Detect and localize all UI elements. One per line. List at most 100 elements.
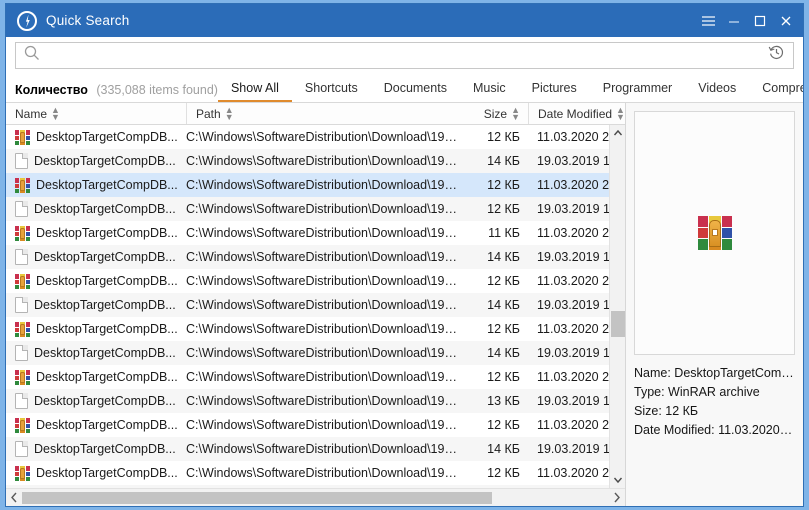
file-name-label: DesktopTargetCompDB... bbox=[34, 202, 176, 216]
search-row bbox=[6, 37, 803, 73]
cell-size: 12 КБ bbox=[487, 130, 520, 144]
cell-path: C:\Windows\SoftwareDistribution\Download… bbox=[186, 346, 462, 360]
cell-path: C:\Windows\SoftwareDistribution\Download… bbox=[186, 394, 462, 408]
vertical-scrollbar-thumb[interactable] bbox=[610, 311, 625, 337]
winrar-archive-icon bbox=[15, 177, 30, 193]
cell-size: 12 КБ bbox=[487, 322, 520, 336]
column-header-path[interactable]: Path ▲ ▼ bbox=[186, 103, 462, 124]
category-tabs: Show All Shortcuts Documents Music Pictu… bbox=[217, 73, 803, 103]
minimize-icon[interactable] bbox=[721, 8, 747, 34]
count-label-text: Количество bbox=[15, 83, 88, 97]
tab-music[interactable]: Music bbox=[460, 81, 519, 103]
cell-path: C:\Windows\SoftwareDistribution\Download… bbox=[186, 178, 462, 192]
cell-size: 14 КБ bbox=[487, 298, 520, 312]
rows-and-scrollbar: DesktopTargetCompDB... C:\Windows\Softwar… bbox=[6, 125, 625, 488]
column-header-date-modified[interactable]: Date Modified ▲ ▼ bbox=[528, 103, 625, 124]
tab-videos[interactable]: Videos bbox=[685, 81, 749, 103]
table-row[interactable]: DesktopTargetCompDB... C:\Windows\Softwar… bbox=[6, 389, 609, 413]
tab-pictures[interactable]: Pictures bbox=[519, 81, 590, 103]
cell-path: C:\Windows\SoftwareDistribution\Download… bbox=[186, 274, 462, 288]
cell-date-modified: 19.03.2019 12:4 bbox=[537, 298, 609, 312]
horizontal-scrollbar[interactable] bbox=[6, 488, 625, 506]
chevron-right-icon[interactable] bbox=[609, 492, 625, 503]
preview-thumbnail-box bbox=[634, 111, 795, 355]
horizontal-scrollbar-thumb[interactable] bbox=[22, 491, 492, 504]
tab-documents[interactable]: Documents bbox=[371, 81, 460, 103]
winrar-archive-icon bbox=[15, 273, 30, 289]
cell-name: DesktopTargetCompDB... bbox=[6, 225, 186, 241]
file-name-label: DesktopTargetCompDB... bbox=[36, 226, 178, 240]
file-name-label: DesktopTargetCompDB... bbox=[34, 346, 176, 360]
tab-compression[interactable]: Compression bbox=[749, 82, 803, 103]
sort-indicator-icon: ▲ ▼ bbox=[511, 104, 520, 122]
table-row[interactable]: DesktopTargetCompDB... C:\Windows\Softwar… bbox=[6, 341, 609, 365]
blank-document-icon bbox=[15, 393, 28, 409]
cell-path: C:\Windows\SoftwareDistribution\Download… bbox=[186, 202, 462, 216]
search-box[interactable] bbox=[15, 41, 794, 69]
maximize-icon[interactable] bbox=[747, 8, 773, 34]
tab-programmer[interactable]: Programmer bbox=[590, 81, 685, 103]
table-row[interactable]: DesktopTargetCompDB...C:\Windows\Softwar… bbox=[6, 245, 609, 269]
table-row[interactable]: DesktopTargetCompDB...C:\Windows\Softwar… bbox=[6, 221, 609, 245]
file-name-label: DesktopTargetCompDB... bbox=[36, 466, 178, 480]
winrar-archive-icon bbox=[697, 216, 732, 250]
chevron-up-icon[interactable] bbox=[610, 125, 626, 141]
horizontal-scrollbar-track[interactable] bbox=[22, 491, 609, 505]
table-row[interactable]: DesktopTargetCompDB...C:\Windows\Softwar… bbox=[6, 413, 609, 437]
blank-document-icon bbox=[15, 201, 28, 217]
file-name-label: DesktopTargetCompDB... bbox=[34, 298, 176, 312]
vertical-scrollbar[interactable] bbox=[609, 125, 625, 488]
cell-date-modified: 19.03.2019 12:1 bbox=[537, 202, 609, 216]
table-row[interactable]: DesktopTargetCompDB...C:\Windows\Softwar… bbox=[6, 173, 609, 197]
chevron-down-icon[interactable] bbox=[610, 472, 626, 488]
cell-date-modified: 11.03.2020 22:3 bbox=[537, 370, 609, 384]
blank-document-icon bbox=[15, 345, 28, 361]
preview-pane: Name: DesktopTargetCompDB_c... Type: Win… bbox=[626, 103, 803, 506]
menu-hamburger-icon[interactable] bbox=[695, 8, 721, 34]
cell-path: C:\Windows\SoftwareDistribution\Download… bbox=[186, 418, 462, 432]
preview-name: Name: DesktopTargetCompDB_c... bbox=[634, 366, 795, 380]
tab-show-all[interactable]: Show All bbox=[217, 81, 292, 102]
tab-shortcuts[interactable]: Shortcuts bbox=[292, 81, 371, 103]
cell-date-modified: 11.03.2020 22:3 bbox=[537, 418, 609, 432]
table-row[interactable]: DesktopTargetCompDB...C:\Windows\Softwar… bbox=[6, 125, 609, 149]
column-header-size[interactable]: Size ▲ ▼ bbox=[462, 103, 528, 124]
preview-metadata: Name: DesktopTargetCompDB_c... Type: Win… bbox=[634, 364, 795, 440]
history-clock-icon[interactable] bbox=[768, 44, 785, 66]
cell-size: 14 КБ bbox=[487, 250, 520, 264]
cell-path: C:\Windows\SoftwareDistribution\Download… bbox=[186, 298, 462, 312]
table-row[interactable]: DesktopTargetCompDB... C:\Windows\Softwar… bbox=[6, 365, 609, 389]
column-headers: Name ▲ ▼ Path ▲ ▼ Size ▲ ▼ Date Modified ▲ ▼ bbox=[6, 103, 625, 125]
column-header-name[interactable]: Name ▲ ▼ bbox=[6, 103, 186, 124]
close-icon[interactable] bbox=[773, 8, 799, 34]
cell-name: DesktopTargetCompDB... bbox=[6, 201, 186, 217]
title-bar: Quick Search bbox=[6, 4, 803, 37]
cell-path: C:\Windows\SoftwareDistribution\Download… bbox=[186, 466, 462, 480]
cell-size: 12 КБ bbox=[487, 178, 520, 192]
table-row[interactable]: DesktopTargetCompDB... C:\Windows\Softwar… bbox=[6, 461, 609, 485]
table-row[interactable]: DesktopTargetCompDB...C:\Windows\Softwar… bbox=[6, 437, 609, 461]
blank-document-icon bbox=[15, 297, 28, 313]
chevron-left-icon[interactable] bbox=[6, 492, 22, 503]
cell-path: C:\Windows\SoftwareDistribution\Download… bbox=[186, 250, 462, 264]
cell-path: C:\Windows\SoftwareDistribution\Download… bbox=[186, 442, 462, 456]
table-row[interactable]: DesktopTargetCompDB...C:\Windows\Softwar… bbox=[6, 149, 609, 173]
vertical-scrollbar-track[interactable] bbox=[610, 141, 626, 472]
file-name-label: DesktopTargetCompDB... bbox=[34, 394, 176, 408]
cell-path: C:\Windows\SoftwareDistribution\Download… bbox=[186, 130, 462, 144]
table-row[interactable]: DesktopTargetCompDB...C:\Windows\Softwar… bbox=[6, 317, 609, 341]
file-name-label: DesktopTargetCompDB... bbox=[36, 370, 178, 384]
sort-indicator-icon: ▲ ▼ bbox=[224, 104, 234, 122]
search-input[interactable] bbox=[46, 47, 768, 63]
blank-document-icon bbox=[15, 249, 28, 265]
table-row[interactable]: DesktopTargetCompDB... C:\Windows\Softwar… bbox=[6, 293, 609, 317]
sort-indicator-icon: ▲ ▼ bbox=[51, 104, 60, 122]
lightning-bolt-circle-icon bbox=[17, 10, 37, 31]
table-row[interactable]: DesktopTargetCompDB...C:\Windows\Softwar… bbox=[6, 485, 609, 488]
table-row[interactable]: DesktopTargetCompDB... C:\Windows\Softwar… bbox=[6, 197, 609, 221]
cell-date-modified: 19.03.2019 12:3 bbox=[537, 250, 609, 264]
cell-path: C:\Windows\SoftwareDistribution\Download… bbox=[186, 370, 462, 384]
cell-name: DesktopTargetCompDB... bbox=[6, 153, 186, 169]
cell-date-modified: 19.03.2019 12:4 bbox=[537, 154, 609, 168]
table-row[interactable]: DesktopTargetCompDB...C:\Windows\Softwar… bbox=[6, 269, 609, 293]
